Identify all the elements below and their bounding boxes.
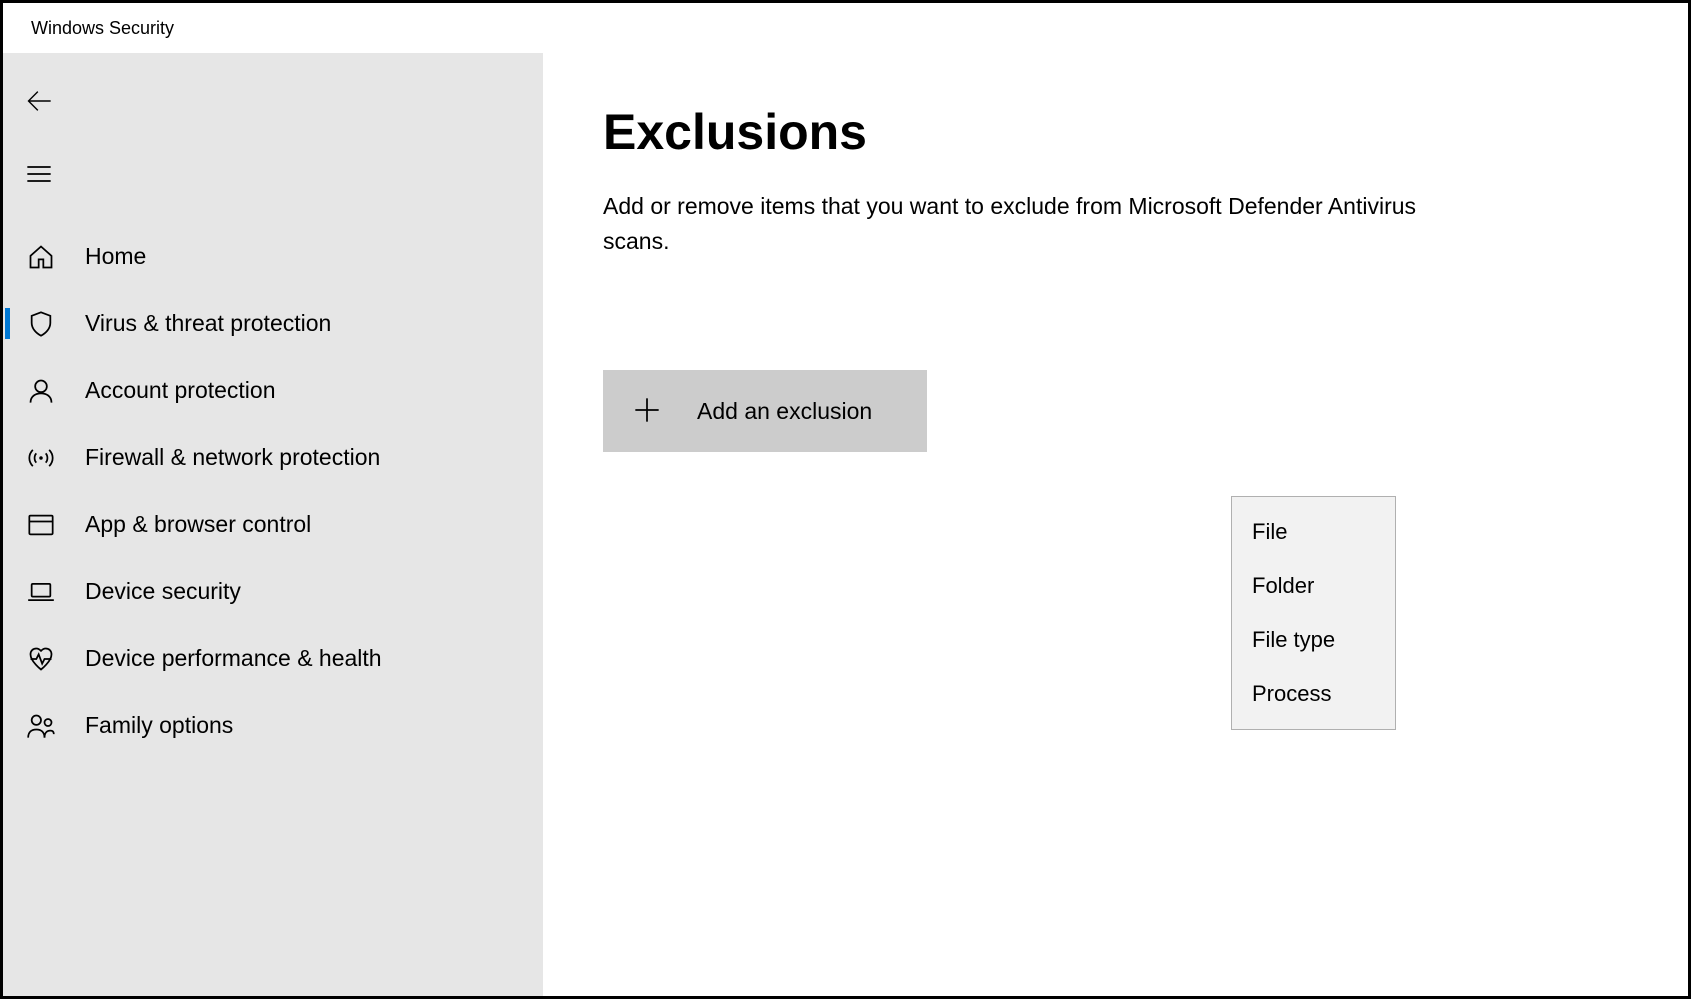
- main-content: Exclusions Add or remove items that you …: [543, 53, 1688, 996]
- dropdown-item-file[interactable]: File: [1232, 505, 1395, 559]
- titlebar: Windows Security: [3, 3, 1688, 53]
- nav-item-virus-threat[interactable]: Virus & threat protection: [3, 290, 543, 357]
- nav-label: Virus & threat protection: [85, 310, 331, 337]
- nav-item-family-options[interactable]: Family options: [3, 692, 543, 759]
- nav-label: Family options: [85, 712, 233, 739]
- sidebar: Home Virus & threat protection Account p…: [3, 53, 543, 996]
- family-icon: [25, 710, 57, 742]
- nav-item-device-security[interactable]: Device security: [3, 558, 543, 625]
- nav-item-device-performance[interactable]: Device performance & health: [3, 625, 543, 692]
- hamburger-button[interactable]: [3, 140, 543, 213]
- plus-icon: [633, 396, 697, 427]
- nav-item-app-browser[interactable]: App & browser control: [3, 491, 543, 558]
- shield-icon: [25, 308, 57, 340]
- dropdown-item-folder[interactable]: Folder: [1232, 559, 1395, 613]
- exclusion-type-dropdown: File Folder File type Process: [1231, 496, 1396, 730]
- antenna-icon: [25, 442, 57, 474]
- page-title: Exclusions: [603, 103, 1628, 161]
- app-title: Windows Security: [31, 18, 174, 39]
- home-icon: [25, 241, 57, 273]
- nav-label: Firewall & network protection: [85, 444, 380, 471]
- nav-list: Home Virus & threat protection Account p…: [3, 223, 543, 759]
- hamburger-icon: [25, 160, 53, 193]
- window-icon: [25, 509, 57, 541]
- heart-icon: [25, 643, 57, 675]
- nav-label: Device performance & health: [85, 645, 382, 672]
- person-icon: [25, 375, 57, 407]
- dropdown-item-process[interactable]: Process: [1232, 667, 1395, 721]
- dropdown-item-file-type[interactable]: File type: [1232, 613, 1395, 667]
- nav-label: App & browser control: [85, 511, 311, 538]
- nav-item-home[interactable]: Home: [3, 223, 543, 290]
- laptop-icon: [25, 576, 57, 608]
- back-button[interactable]: [3, 67, 543, 140]
- add-button-label: Add an exclusion: [697, 398, 872, 425]
- nav-label: Account protection: [85, 377, 276, 404]
- nav-label: Device security: [85, 578, 241, 605]
- content-area: Home Virus & threat protection Account p…: [3, 53, 1688, 996]
- nav-label: Home: [85, 243, 146, 270]
- nav-item-firewall[interactable]: Firewall & network protection: [3, 424, 543, 491]
- back-arrow-icon: [25, 87, 53, 120]
- add-exclusion-button[interactable]: Add an exclusion: [603, 370, 927, 452]
- page-subtitle: Add or remove items that you want to exc…: [603, 189, 1423, 258]
- nav-item-account-protection[interactable]: Account protection: [3, 357, 543, 424]
